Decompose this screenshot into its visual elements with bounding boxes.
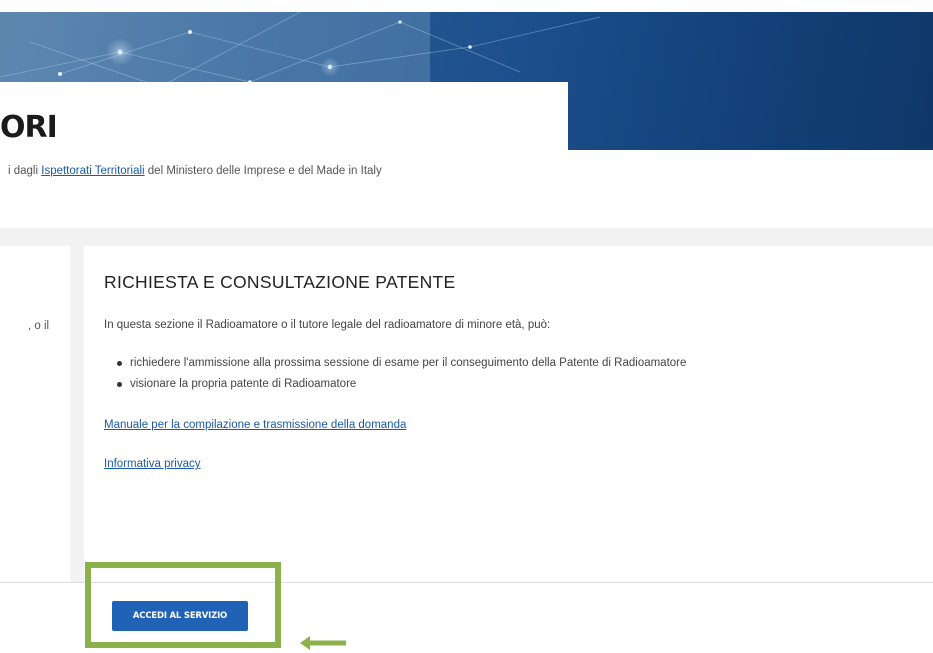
highlight-annotation	[85, 562, 281, 648]
page-subtitle: i dagli Ispettorati Territoriali del Min…	[8, 165, 382, 177]
list-item: richiedere l'ammissione alla prossima se…	[104, 356, 686, 377]
left-card-text: , o il	[28, 320, 50, 332]
left-service-card	[0, 246, 70, 582]
page-title: ORI	[0, 110, 58, 145]
arrow-left-icon	[300, 636, 346, 650]
title-card	[0, 82, 568, 154]
card-intro: In questa sezione il Radioamatore o il t…	[104, 319, 551, 331]
list-item: visionare la propria patente di Radioama…	[104, 377, 686, 398]
privacy-link[interactable]: Informativa privacy	[104, 458, 201, 470]
ispettorati-link[interactable]: Ispettorati Territoriali	[41, 165, 144, 177]
subtitle-suffix: del Ministero delle Imprese e del Made i…	[144, 165, 382, 177]
subtitle-prefix: i dagli	[8, 165, 42, 177]
card-bullet-list: richiedere l'ammissione alla prossima se…	[104, 356, 686, 398]
card-title: RICHIESTA E CONSULTAZIONE PATENTE	[104, 272, 456, 292]
service-card	[84, 246, 933, 582]
manual-link[interactable]: Manuale per la compilazione e trasmissio…	[104, 419, 406, 431]
